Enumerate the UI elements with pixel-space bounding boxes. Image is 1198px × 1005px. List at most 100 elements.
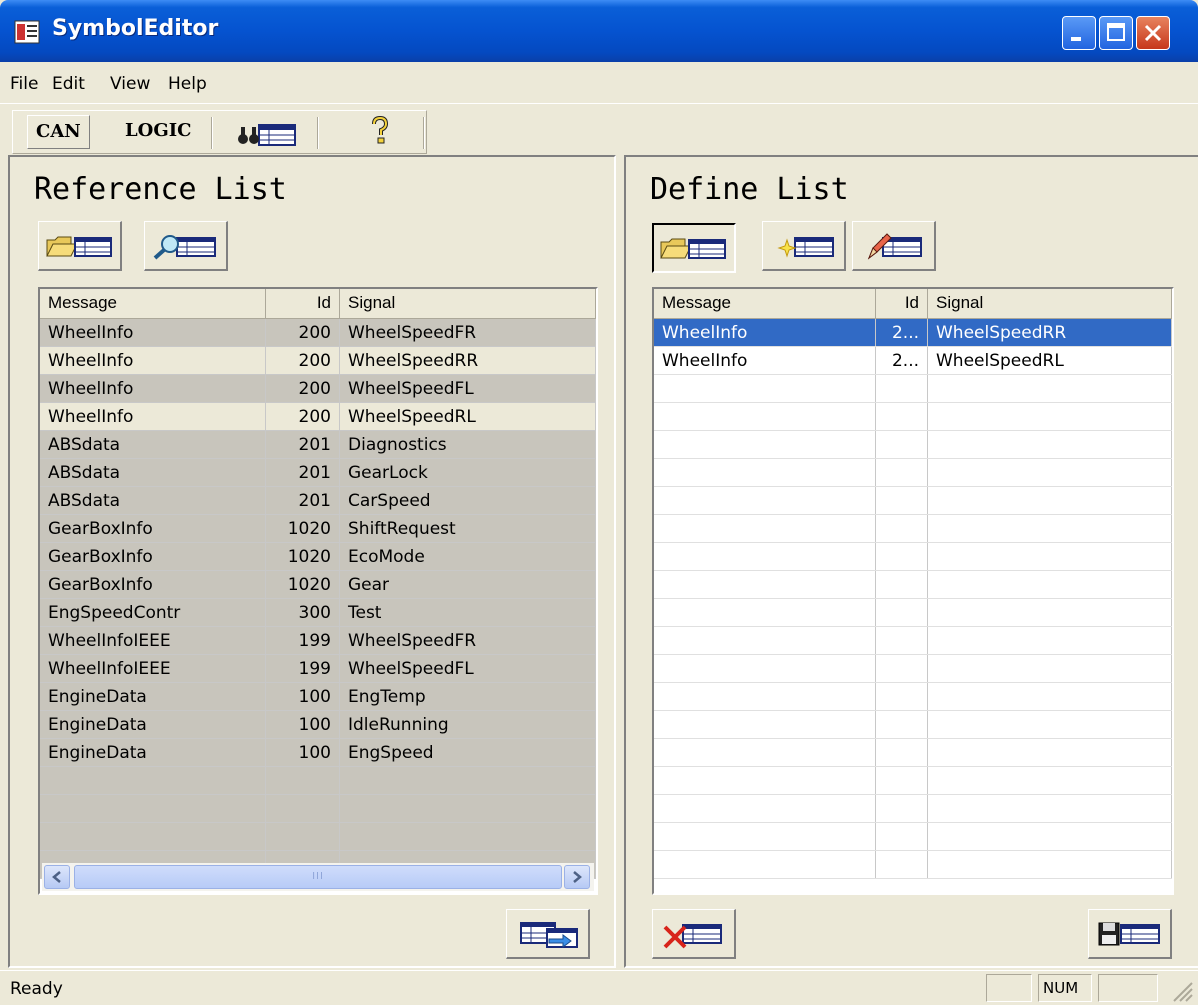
message-cell: WheelInfo [654,347,876,374]
define-list-header: Message Id Signal [654,289,1172,319]
column-header-id[interactable]: Id [266,289,340,319]
table-row[interactable]: GearBoxInfo 1020 Gear [40,571,596,599]
table-row[interactable]: WheelInfo 2... WheelSpeedRR [654,319,1172,347]
table-row[interactable]: WheelInfo 200 WheelSpeedFR [40,319,596,347]
empty-cell [876,375,928,402]
empty-row [654,711,1172,739]
menu-help[interactable]: Help [168,74,207,94]
empty-cell [654,767,876,794]
empty-cell [876,543,928,570]
table-row[interactable]: GearBoxInfo 1020 ShiftRequest [40,515,596,543]
empty-cell [928,683,1172,710]
id-cell: 200 [266,403,340,430]
table-row[interactable]: EngineData 100 EngSpeed [40,739,596,767]
empty-row [654,403,1172,431]
id-cell: 199 [266,627,340,654]
reference-panel: Reference List Message Id Signal WheelIn… [8,155,616,968]
signal-cell: Diagnostics [340,431,596,458]
open-define-button[interactable] [652,223,736,273]
empty-cell [928,571,1172,598]
empty-cell [876,627,928,654]
message-cell: EngSpeedContr [40,599,266,626]
table-row[interactable]: WheelInfo 200 WheelSpeedRL [40,403,596,431]
find-reference-button[interactable] [144,221,228,271]
reference-list-body: WheelInfo 200 WheelSpeedFR WheelInfo 200 Whee… [40,319,596,879]
empty-cell [928,515,1172,542]
column-header-message[interactable]: Message [40,289,266,319]
table-row[interactable]: EngineData 100 EngTemp [40,683,596,711]
table-row[interactable]: ABSdata 201 Diagnostics [40,431,596,459]
scrollbar-thumb[interactable]: III [74,865,562,889]
transfer-table-icon [519,921,578,948]
empty-cell [928,711,1172,738]
empty-cell [928,767,1172,794]
binoculars-table-icon[interactable] [237,121,297,147]
open-reference-button[interactable] [38,221,122,271]
resize-grip-icon[interactable] [1168,977,1194,1003]
column-header-id[interactable]: Id [876,289,928,319]
empty-cell [876,711,928,738]
reference-list-header: Message Id Signal [40,289,596,319]
define-list[interactable]: Message Id Signal WheelInfo 2... WheelSpee… [652,287,1174,895]
close-button[interactable] [1136,16,1170,50]
maximize-button[interactable] [1099,16,1133,50]
signal-cell: WheelSpeedRR [928,319,1172,346]
table-row[interactable]: ABSdata 201 CarSpeed [40,487,596,515]
title-bar[interactable]: SymbolEditor [0,0,1198,62]
empty-cell [876,515,928,542]
menu-file[interactable]: File [10,74,38,94]
new-define-button[interactable] [762,221,846,271]
signal-cell: WheelSpeedFL [340,375,596,402]
transfer-button[interactable] [506,909,590,959]
empty-cell [654,851,876,878]
can-mode-button[interactable]: CAN [27,115,90,149]
save-table-icon [1098,922,1160,945]
toolbar-separator [211,117,213,149]
signal-cell: WheelSpeedFL [340,655,596,682]
empty-cell [876,431,928,458]
column-header-message[interactable]: Message [654,289,876,319]
menu-edit[interactable]: Edit [52,74,85,94]
signal-cell: WheelSpeedRL [928,347,1172,374]
delete-define-button[interactable] [652,909,736,959]
edit-define-button[interactable] [852,221,936,271]
table-row[interactable]: EngSpeedContr 300 Test [40,599,596,627]
table-row[interactable]: ABSdata 201 GearLock [40,459,596,487]
reference-list[interactable]: Message Id Signal WheelInfo 200 WheelSpeed… [38,287,598,895]
empty-cell [928,823,1172,850]
table-row[interactable]: EngineData 100 IdleRunning [40,711,596,739]
save-define-button[interactable] [1088,909,1172,959]
table-row[interactable]: WheelInfoIEEE 199 WheelSpeedFL [40,655,596,683]
id-cell: 2... [876,319,928,346]
toolbar-separator [317,117,319,149]
message-cell: WheelInfo [40,319,266,346]
message-cell: WheelInfoIEEE [40,655,266,682]
horizontal-scrollbar[interactable]: III [42,863,594,891]
minimize-button[interactable] [1062,16,1096,50]
logic-mode-button[interactable]: LOGIC [117,115,199,149]
empty-cell [654,543,876,570]
help-icon[interactable] [369,115,391,145]
maximize-icon [1107,23,1125,41]
table-row[interactable]: WheelInfo 2... WheelSpeedRL [654,347,1172,375]
table-row[interactable]: WheelInfo 200 WheelSpeedFL [40,375,596,403]
table-row[interactable]: GearBoxInfo 1020 EcoMode [40,543,596,571]
signal-cell: EngTemp [340,683,596,710]
scroll-left-button[interactable] [44,865,70,889]
empty-cell [654,739,876,766]
empty-cell [654,683,876,710]
column-header-signal[interactable]: Signal [340,289,596,319]
menu-view[interactable]: View [110,74,150,94]
empty-cell [928,627,1172,654]
empty-cell [266,767,340,794]
status-text: Ready [10,979,63,999]
empty-cell [654,711,876,738]
empty-row [654,655,1172,683]
empty-row [654,515,1172,543]
table-row[interactable]: WheelInfoIEEE 199 WheelSpeedFR [40,627,596,655]
empty-cell [40,795,266,822]
table-row[interactable]: WheelInfo 200 WheelSpeedRR [40,347,596,375]
chevron-right-icon [573,871,582,883]
scroll-right-button[interactable] [564,865,590,889]
column-header-signal[interactable]: Signal [928,289,1172,319]
